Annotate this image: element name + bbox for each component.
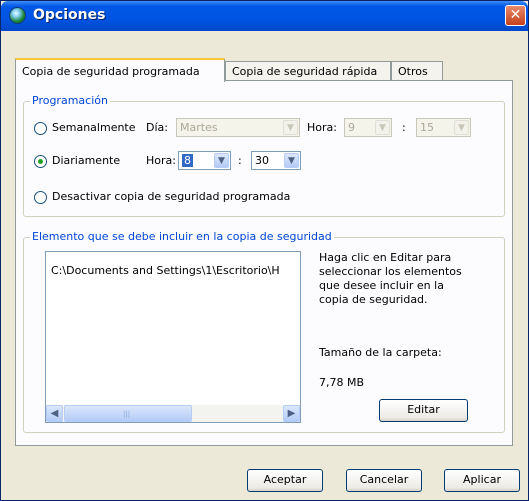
include-listbox[interactable]: C:\Documents and Settings\1\Escritorio\H… [45,251,301,423]
include-help-text: Haga clic en Editar para seleccionar los… [319,251,462,306]
weekly-hour-select[interactable]: 9 ▼ [344,118,392,137]
weekly-hour-label: Hora: [307,121,337,134]
folder-size-value: 7,78 MB [319,376,365,389]
scroll-thumb[interactable]: ||| [64,405,192,422]
weekly-radio[interactable] [34,122,47,135]
include-legend: Elemento que se debe incluir en la copia… [30,230,334,243]
scroll-right-icon[interactable]: ▶ [283,405,300,422]
list-item[interactable]: C:\Documents and Settings\1\Escritorio\H [51,264,296,277]
chevron-down-icon[interactable]: ▼ [283,120,298,135]
scroll-left-icon[interactable]: ◀ [46,405,63,422]
daily-hour-label: Hora: [146,154,176,167]
weekly-day-label: Día: [146,121,168,134]
weekly-label: Semanalmente [52,121,136,134]
weekly-minute-value: 15 [420,121,434,134]
weekly-day-value: Martes [180,121,218,134]
app-icon [9,7,26,24]
tab-other[interactable]: Otros [391,61,443,81]
options-window: Opciones ✕ Copia de seguridad programada… [0,0,529,501]
title-bar[interactable]: Opciones ✕ [1,1,528,31]
disable-schedule-radio[interactable] [34,191,47,204]
chevron-down-icon[interactable]: ▼ [214,153,229,168]
daily-hour-select[interactable]: 8 ▼ [178,151,231,170]
close-button[interactable]: ✕ [505,5,526,26]
daily-radio[interactable] [34,155,47,168]
schedule-legend: Programación [30,94,110,107]
daily-hour-value: 8 [182,154,193,167]
apply-button[interactable]: Aplicar [444,469,520,492]
disable-schedule-label: Desactivar copia de seguridad programada [52,190,291,203]
weekly-hour-value: 9 [348,121,355,134]
daily-label: Diariamente [52,154,121,167]
ok-button[interactable]: Aceptar [247,469,323,492]
tab-scheduled-backup[interactable]: Copia de seguridad programada [15,58,225,82]
weekly-time-separator: : [402,121,406,134]
folder-size-label: Tamaño de la carpeta: [319,346,442,359]
grip-icon: ||| [123,410,131,418]
weekly-minute-select[interactable]: 15 ▼ [416,118,471,137]
cancel-button[interactable]: Cancelar [346,469,422,492]
chevron-down-icon[interactable]: ▼ [284,153,299,168]
window-title: Opciones [33,7,106,23]
chevron-down-icon[interactable]: ▼ [375,120,390,135]
chevron-down-icon[interactable]: ▼ [454,120,469,135]
tab-quick-backup[interactable]: Copia de seguridad rápida [225,61,391,81]
daily-time-separator: : [238,154,242,167]
edit-button[interactable]: Editar [379,399,468,422]
daily-minute-value: 30 [255,154,269,167]
weekly-day-select[interactable]: Martes ▼ [176,118,300,137]
daily-minute-select[interactable]: 30 ▼ [251,151,301,170]
horizontal-scrollbar[interactable]: ◀ ||| ▶ [46,405,300,422]
